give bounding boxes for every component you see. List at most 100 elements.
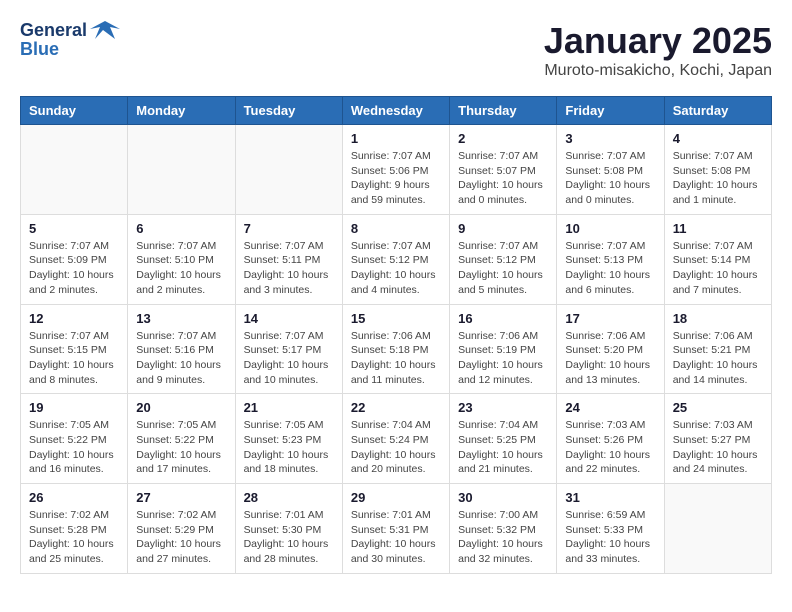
day-number: 30 [458,490,548,505]
calendar-cell: 23Sunrise: 7:04 AMSunset: 5:25 PMDayligh… [450,394,557,484]
weekday-sunday: Sunday [21,97,128,125]
calendar-cell: 18 Sunrise: 7:06 AMSunset: 5:21 PMDayligh… [664,304,771,394]
day-info: Sunrise: 7:07 AMSunset: 5:11 PMDaylight:… [244,239,334,298]
day-number: 23 [458,400,548,415]
calendar-cell: 25 Sunrise: 7:03 AMSunset: 5:27 PMDayligh… [664,394,771,484]
day-info: Sunrise: 7:07 AMSunset: 5:06 PMDaylight:… [351,149,441,208]
calendar-cell: 15 Sunrise: 7:06 AMSunset: 5:18 PMDayligh… [342,304,449,394]
day-number: 1 [351,131,441,146]
day-number: 20 [136,400,226,415]
day-info: Sunrise: 7:05 AMSunset: 5:22 PMDaylight:… [136,418,226,477]
week-row-3: 12 Sunrise: 7:07 AMSunset: 5:15 PMDayligh… [21,304,772,394]
calendar-cell: 7 Sunrise: 7:07 AMSunset: 5:11 PMDaylight… [235,214,342,304]
day-number: 21 [244,400,334,415]
day-number: 12 [29,311,119,326]
day-number: 19 [29,400,119,415]
day-info: Sunrise: 7:03 AMSunset: 5:27 PMDaylight:… [673,418,763,477]
day-number: 8 [351,221,441,236]
day-number: 25 [673,400,763,415]
weekday-thursday: Thursday [450,97,557,125]
day-info: Sunrise: 7:06 AMSunset: 5:19 PMDaylight:… [458,329,548,388]
header: General Blue January 2025 Muroto-misakic… [20,20,772,80]
day-number: 15 [351,311,441,326]
calendar-cell [21,125,128,215]
day-info: Sunrise: 7:04 AMSunset: 5:24 PMDaylight:… [351,418,441,477]
calendar-title: January 2025 [544,20,772,62]
logo-container: General Blue [20,20,120,60]
calendar-cell: 22 Sunrise: 7:04 AMSunset: 5:24 PMDayligh… [342,394,449,484]
weekday-header-row: SundayMondayTuesdayWednesdayThursdayFrid… [21,97,772,125]
calendar-cell: 28Sunrise: 7:01 AMSunset: 5:30 PMDayligh… [235,484,342,574]
weekday-tuesday: Tuesday [235,97,342,125]
day-number: 13 [136,311,226,326]
day-number: 14 [244,311,334,326]
day-number: 18 [673,311,763,326]
calendar-cell: 21 Sunrise: 7:05 AMSunset: 5:23 PMDayligh… [235,394,342,484]
day-number: 10 [565,221,655,236]
day-number: 29 [351,490,441,505]
day-info: Sunrise: 7:06 AMSunset: 5:21 PMDaylight:… [673,329,763,388]
calendar-cell: 3Sunrise: 7:07 AMSunset: 5:08 PMDaylight… [557,125,664,215]
calendar-cell: 4 Sunrise: 7:07 AMSunset: 5:08 PMDaylight… [664,125,771,215]
week-row-4: 19 Sunrise: 7:05 AMSunset: 5:22 PMDayligh… [21,394,772,484]
day-info: Sunrise: 7:01 AMSunset: 5:31 PMDaylight:… [351,508,441,567]
day-number: 9 [458,221,548,236]
day-info: Sunrise: 7:07 AMSunset: 5:14 PMDaylight:… [673,239,763,298]
calendar-cell: 2 Sunrise: 7:07 AMSunset: 5:07 PMDaylight… [450,125,557,215]
day-info: Sunrise: 7:07 AMSunset: 5:13 PMDaylight:… [565,239,655,298]
day-number: 16 [458,311,548,326]
day-info: Sunrise: 6:59 AMSunset: 5:33 PMDaylight:… [565,508,655,567]
day-info: Sunrise: 7:05 AMSunset: 5:23 PMDaylight:… [244,418,334,477]
day-info: Sunrise: 7:07 AMSunset: 5:10 PMDaylight:… [136,239,226,298]
calendar-cell [235,125,342,215]
calendar-cell [664,484,771,574]
day-number: 28 [244,490,334,505]
day-info: Sunrise: 7:02 AMSunset: 5:28 PMDaylight:… [29,508,119,567]
logo-bird-icon [90,21,120,41]
day-number: 7 [244,221,334,236]
calendar-cell: 10 Sunrise: 7:07 AMSunset: 5:13 PMDayligh… [557,214,664,304]
logo-general-text: General [20,20,87,41]
day-info: Sunrise: 7:00 AMSunset: 5:32 PMDaylight:… [458,508,548,567]
day-info: Sunrise: 7:02 AMSunset: 5:29 PMDaylight:… [136,508,226,567]
weekday-monday: Monday [128,97,235,125]
calendar-table: SundayMondayTuesdayWednesdayThursdayFrid… [20,96,772,574]
calendar-cell: 1 Sunrise: 7:07 AMSunset: 5:06 PMDaylight… [342,125,449,215]
day-number: 4 [673,131,763,146]
weekday-saturday: Saturday [664,97,771,125]
day-info: Sunrise: 7:07 AMSunset: 5:16 PMDaylight:… [136,329,226,388]
week-row-5: 26 Sunrise: 7:02 AMSunset: 5:28 PMDayligh… [21,484,772,574]
day-info: Sunrise: 7:06 AMSunset: 5:18 PMDaylight:… [351,329,441,388]
title-block: January 2025 Muroto-misakicho, Kochi, Ja… [544,20,772,80]
calendar-cell: 16 Sunrise: 7:06 AMSunset: 5:19 PMDayligh… [450,304,557,394]
day-info: Sunrise: 7:07 AMSunset: 5:17 PMDaylight:… [244,329,334,388]
day-info: Sunrise: 7:07 AMSunset: 5:07 PMDaylight:… [458,149,548,208]
day-number: 6 [136,221,226,236]
calendar-cell: 24Sunrise: 7:03 AMSunset: 5:26 PMDayligh… [557,394,664,484]
calendar-cell: 31 Sunrise: 6:59 AMSunset: 5:33 PMDayligh… [557,484,664,574]
calendar-cell: 9 Sunrise: 7:07 AMSunset: 5:12 PMDaylight… [450,214,557,304]
calendar-cell: 30 Sunrise: 7:00 AMSunset: 5:32 PMDayligh… [450,484,557,574]
day-number: 24 [565,400,655,415]
calendar-cell: 20 Sunrise: 7:05 AMSunset: 5:22 PMDayligh… [128,394,235,484]
day-number: 17 [565,311,655,326]
day-info: Sunrise: 7:07 AMSunset: 5:08 PMDaylight:… [673,149,763,208]
weekday-friday: Friday [557,97,664,125]
day-number: 5 [29,221,119,236]
day-info: Sunrise: 7:07 AMSunset: 5:12 PMDaylight:… [458,239,548,298]
day-number: 3 [565,131,655,146]
logo: General Blue [20,20,120,60]
day-number: 31 [565,490,655,505]
day-number: 11 [673,221,763,236]
calendar-cell: 17Sunrise: 7:06 AMSunset: 5:20 PMDayligh… [557,304,664,394]
calendar-cell: 14 Sunrise: 7:07 AMSunset: 5:17 PMDayligh… [235,304,342,394]
calendar-cell: 29 Sunrise: 7:01 AMSunset: 5:31 PMDayligh… [342,484,449,574]
day-number: 26 [29,490,119,505]
weekday-wednesday: Wednesday [342,97,449,125]
day-number: 22 [351,400,441,415]
day-info: Sunrise: 7:07 AMSunset: 5:15 PMDaylight:… [29,329,119,388]
day-number: 2 [458,131,548,146]
day-info: Sunrise: 7:05 AMSunset: 5:22 PMDaylight:… [29,418,119,477]
calendar-cell: 5Sunrise: 7:07 AMSunset: 5:09 PMDaylight… [21,214,128,304]
week-row-1: 1 Sunrise: 7:07 AMSunset: 5:06 PMDaylight… [21,125,772,215]
